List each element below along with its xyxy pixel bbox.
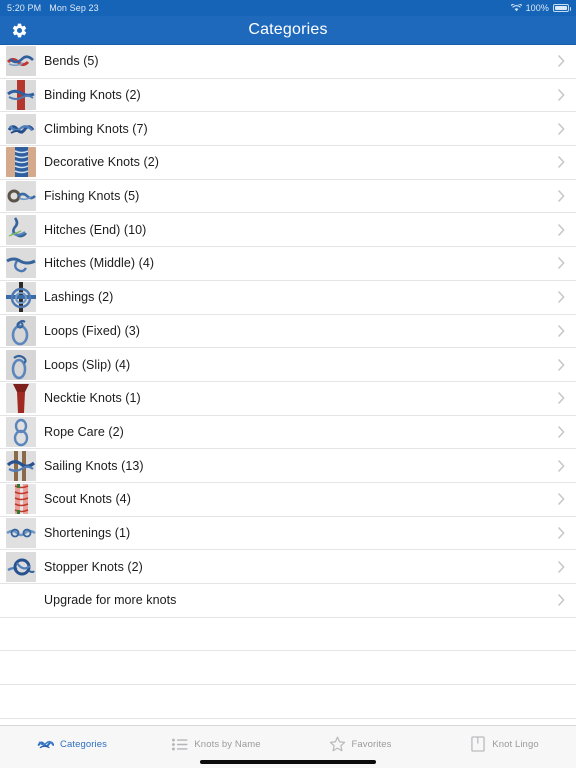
star-icon	[329, 736, 346, 753]
category-list[interactable]: Bends (5) Binding Knots (2) Climbing Knots…	[0, 45, 576, 725]
chevron-right-icon	[558, 459, 565, 472]
chevron-right-icon	[558, 493, 565, 506]
category-row-label: Binding Knots (2)	[44, 88, 141, 103]
category-row-label: Fishing Knots (5)	[44, 189, 140, 204]
chevron-right-icon	[558, 223, 565, 236]
chevron-right-icon	[558, 325, 565, 337]
sailing-knots-thumbnail	[6, 450, 36, 481]
loops-fixed-thumbnail	[6, 315, 36, 346]
category-row-label: Loops (Slip) (4)	[44, 357, 131, 372]
hitches-end-thumbnail	[6, 214, 36, 245]
settings-gear-button[interactable]	[0, 16, 38, 45]
category-row-label: Scout Knots (4)	[44, 492, 131, 507]
status-time: 5:20 PM	[7, 3, 42, 13]
category-row[interactable]: Scout Knots (4)	[0, 482, 576, 517]
chevron-right-icon	[558, 392, 565, 405]
scout-knots-thumbnail	[6, 484, 36, 515]
category-row[interactable]: Climbing Knots (7)	[0, 112, 576, 147]
tab-categories[interactable]: Categories	[0, 733, 144, 755]
category-row-label: Bends (5)	[44, 54, 99, 69]
upgrade-row[interactable]: Upgrade for more knots	[0, 584, 576, 618]
chevron-right-icon	[558, 527, 565, 539]
category-row[interactable]: Hitches (End) (10)	[0, 213, 576, 248]
chevron-right-icon	[558, 358, 565, 371]
tab-label: Knot Lingo	[492, 738, 539, 750]
category-row-label: Hitches (Middle) (4)	[44, 256, 155, 271]
loops-slip-thumbnail	[6, 349, 36, 380]
category-row-label: Lashings (2)	[44, 290, 114, 305]
tab-knots-by-name[interactable]: Knots by Name	[144, 733, 288, 755]
chevron-right-icon	[558, 55, 565, 68]
hitches-middle-thumbnail	[6, 248, 36, 279]
chevron-right-icon	[558, 156, 565, 169]
chevron-right-icon	[558, 291, 565, 303]
bends-thumbnail	[6, 46, 36, 77]
category-row[interactable]: Rope Care (2)	[0, 415, 576, 450]
category-row-label: Necktie Knots (1)	[44, 391, 141, 406]
category-row[interactable]: Shortenings (1)	[0, 516, 576, 551]
book-icon	[469, 736, 486, 753]
category-row-label: Hitches (End) (10)	[44, 222, 147, 237]
category-row[interactable]: Loops (Slip) (4)	[0, 348, 576, 382]
chevron-right-icon	[558, 89, 565, 101]
empty-row	[0, 617, 576, 652]
category-row[interactable]: Stopper Knots (2)	[0, 550, 576, 584]
shortenings-thumbnail	[6, 517, 36, 548]
tab-knot-lingo[interactable]: Knot Lingo	[432, 733, 576, 755]
tab-label: Favorites	[351, 738, 392, 750]
category-row[interactable]: Hitches (Middle) (4)	[0, 247, 576, 281]
chevron-right-icon	[558, 257, 565, 270]
rope-care-thumbnail	[6, 416, 36, 447]
category-row[interactable]: Necktie Knots (1)	[0, 381, 576, 416]
status-date: Mon Sep 23	[49, 3, 99, 13]
category-row-label: Sailing Knots (13)	[44, 458, 144, 473]
climbing-knots-thumbnail	[6, 113, 36, 144]
decorative-knots-thumbnail	[6, 147, 36, 178]
category-row[interactable]: Binding Knots (2)	[0, 78, 576, 113]
tab-bar: Categories Knots by Name Favorites Knot Lin…	[0, 725, 576, 768]
category-row[interactable]: Loops (Fixed) (3)	[0, 314, 576, 349]
category-row[interactable]: Bends (5)	[0, 45, 576, 79]
home-indicator	[200, 760, 376, 764]
empty-row	[0, 685, 576, 719]
upgrade-row-label: Upgrade for more knots	[44, 593, 177, 608]
battery-percent-label: 100%	[525, 3, 549, 13]
gear-icon	[11, 22, 28, 39]
tab-favorites[interactable]: Favorites	[288, 733, 432, 755]
status-bar-right: 100%	[510, 3, 571, 13]
chevron-right-icon	[558, 594, 565, 607]
category-row-label: Decorative Knots (2)	[44, 155, 159, 170]
category-row-label: Loops (Fixed) (3)	[44, 323, 141, 338]
page-title: Categories	[248, 21, 328, 38]
category-row-label: Climbing Knots (7)	[44, 121, 148, 136]
list-icon	[171, 736, 188, 753]
necktie-knots-thumbnail	[6, 383, 36, 414]
tab-label: Knots by Name	[194, 738, 261, 750]
app-screen: 5:20 PM Mon Sep 23 100% Categories Bends…	[0, 0, 576, 768]
category-row-label: Shortenings (1)	[44, 525, 131, 540]
status-bar: 5:20 PM Mon Sep 23 100%	[0, 0, 576, 16]
binding-knots-thumbnail	[6, 80, 36, 111]
category-row-label: Rope Care (2)	[44, 424, 124, 439]
category-row[interactable]: Sailing Knots (13)	[0, 449, 576, 483]
wifi-icon	[510, 4, 522, 12]
stopper-knots-thumbnail	[6, 551, 36, 582]
category-row[interactable]: Decorative Knots (2)	[0, 146, 576, 180]
navigation-bar: Categories	[0, 16, 576, 45]
chevron-right-icon	[558, 560, 565, 573]
knot-icon	[37, 736, 55, 753]
lashings-thumbnail	[6, 282, 36, 313]
fishing-knots-thumbnail	[6, 181, 36, 212]
chevron-right-icon	[558, 190, 565, 202]
battery-full-icon	[553, 4, 571, 12]
tab-label: Categories	[60, 738, 107, 750]
chevron-right-icon	[558, 426, 565, 438]
category-row[interactable]: Lashings (2)	[0, 280, 576, 315]
status-bar-left: 5:20 PM Mon Sep 23	[7, 3, 99, 13]
category-row[interactable]: Fishing Knots (5)	[0, 179, 576, 214]
chevron-right-icon	[558, 122, 565, 135]
empty-row	[0, 651, 576, 686]
category-row-label: Stopper Knots (2)	[44, 559, 143, 574]
